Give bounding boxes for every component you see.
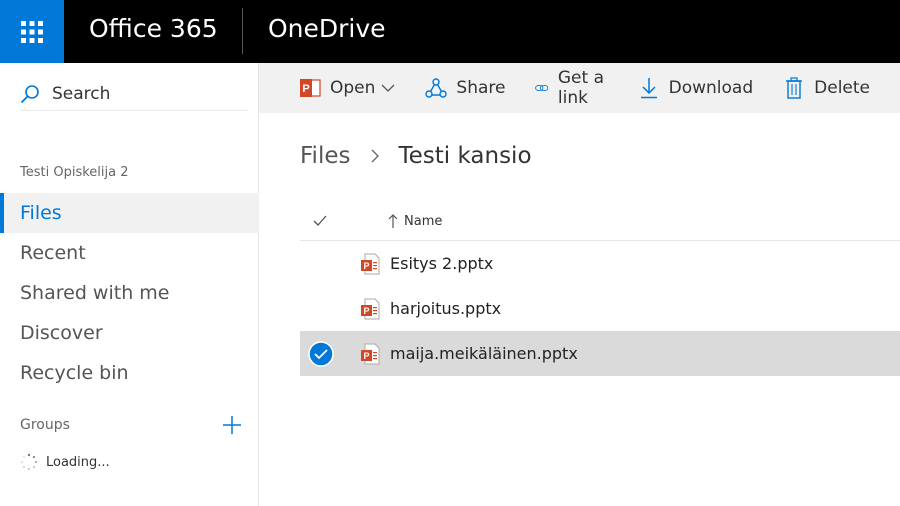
sort-ascending-icon — [388, 214, 398, 228]
nav-item-label: Shared with me — [20, 282, 170, 304]
powerpoint-icon: P — [300, 79, 321, 97]
nav-item-label: Recent — [20, 242, 86, 264]
file-list: Name P Esitys 2.pptx P harjoitus.pptx P … — [300, 202, 900, 376]
suite-bar: Office 365 OneDrive — [0, 0, 900, 63]
command-bar: P Open Share Get a link Download Delete — [259, 63, 900, 113]
nav-item-recycle-bin[interactable]: Recycle bin — [0, 353, 259, 393]
nav-item-label: Recycle bin — [20, 362, 129, 384]
share-icon — [425, 78, 448, 98]
file-row[interactable]: P Esitys 2.pptx — [300, 241, 900, 286]
powerpoint-file-icon: P — [361, 343, 380, 364]
groups-header: Groups — [20, 413, 242, 437]
file-name[interactable]: Esitys 2.pptx — [390, 254, 493, 273]
select-all-checkbox[interactable] — [300, 214, 340, 228]
file-list-header: Name — [300, 202, 900, 241]
open-button[interactable]: P Open — [299, 63, 395, 113]
breadcrumb-root[interactable]: Files — [300, 143, 350, 169]
powerpoint-file-icon: P — [361, 253, 380, 274]
share-button[interactable]: Share — [425, 63, 505, 113]
svg-text:P: P — [363, 306, 369, 316]
share-label: Share — [456, 78, 506, 98]
brand-title[interactable]: Office 365 — [89, 14, 218, 43]
link-icon — [535, 85, 549, 91]
download-button[interactable]: Download — [638, 63, 754, 113]
trash-icon — [786, 77, 803, 99]
spinner-icon — [21, 453, 37, 470]
file-name[interactable]: maija.meikäläinen.pptx — [390, 344, 578, 363]
nav-item-shared-with-me[interactable]: Shared with me — [0, 273, 259, 313]
search-label: Search — [52, 83, 111, 104]
download-icon — [640, 78, 657, 99]
open-label: Open — [330, 78, 376, 98]
search-icon — [20, 84, 39, 103]
name-column-label: Name — [404, 213, 443, 229]
name-column-header[interactable]: Name — [388, 214, 442, 229]
delete-label: Delete — [814, 78, 870, 98]
nav-item-files[interactable]: Files — [0, 193, 259, 233]
get-a-link-label: Get a link — [557, 68, 604, 108]
loading-label: Loading... — [46, 454, 110, 470]
file-name[interactable]: harjoitus.pptx — [390, 299, 501, 318]
nav-item-label: Discover — [20, 322, 103, 344]
download-label: Download — [668, 78, 754, 98]
chevron-down-icon — [381, 84, 395, 92]
breadcrumb: Files Testi kansio — [300, 143, 532, 169]
get-a-link-button[interactable]: Get a link — [535, 63, 607, 113]
groups-loading: Loading... — [20, 453, 110, 471]
app-launcher-button[interactable] — [0, 0, 64, 63]
search-box[interactable]: Search — [20, 77, 248, 111]
svg-text:P: P — [363, 351, 369, 361]
checked-circle-icon — [308, 340, 334, 367]
file-row[interactable]: P harjoitus.pptx — [300, 286, 900, 331]
waffle-icon — [21, 20, 43, 43]
app-title[interactable]: OneDrive — [268, 14, 386, 43]
powerpoint-file-icon: P — [361, 298, 380, 319]
row-checkbox-checked[interactable] — [300, 340, 342, 367]
svg-text:P: P — [302, 83, 309, 95]
breadcrumb-current: Testi kansio — [398, 143, 532, 169]
nav-list: Files Recent Shared with me Discover Rec… — [0, 193, 259, 393]
add-group-icon[interactable] — [222, 415, 242, 435]
checkmark-icon — [313, 215, 327, 226]
chevron-right-icon — [371, 149, 380, 163]
delete-button[interactable]: Delete — [783, 63, 870, 113]
left-navigation: Search Testi Opiskelija 2 Files Recent S… — [0, 63, 259, 506]
suite-divider — [242, 8, 243, 54]
nav-item-recent[interactable]: Recent — [0, 233, 259, 273]
file-row-selected[interactable]: P maija.meikäläinen.pptx — [300, 331, 900, 376]
nav-item-discover[interactable]: Discover — [0, 313, 259, 353]
nav-item-label: Files — [20, 202, 62, 224]
user-name: Testi Opiskelija 2 — [20, 165, 129, 180]
svg-text:P: P — [363, 261, 369, 271]
groups-label: Groups — [20, 417, 70, 433]
